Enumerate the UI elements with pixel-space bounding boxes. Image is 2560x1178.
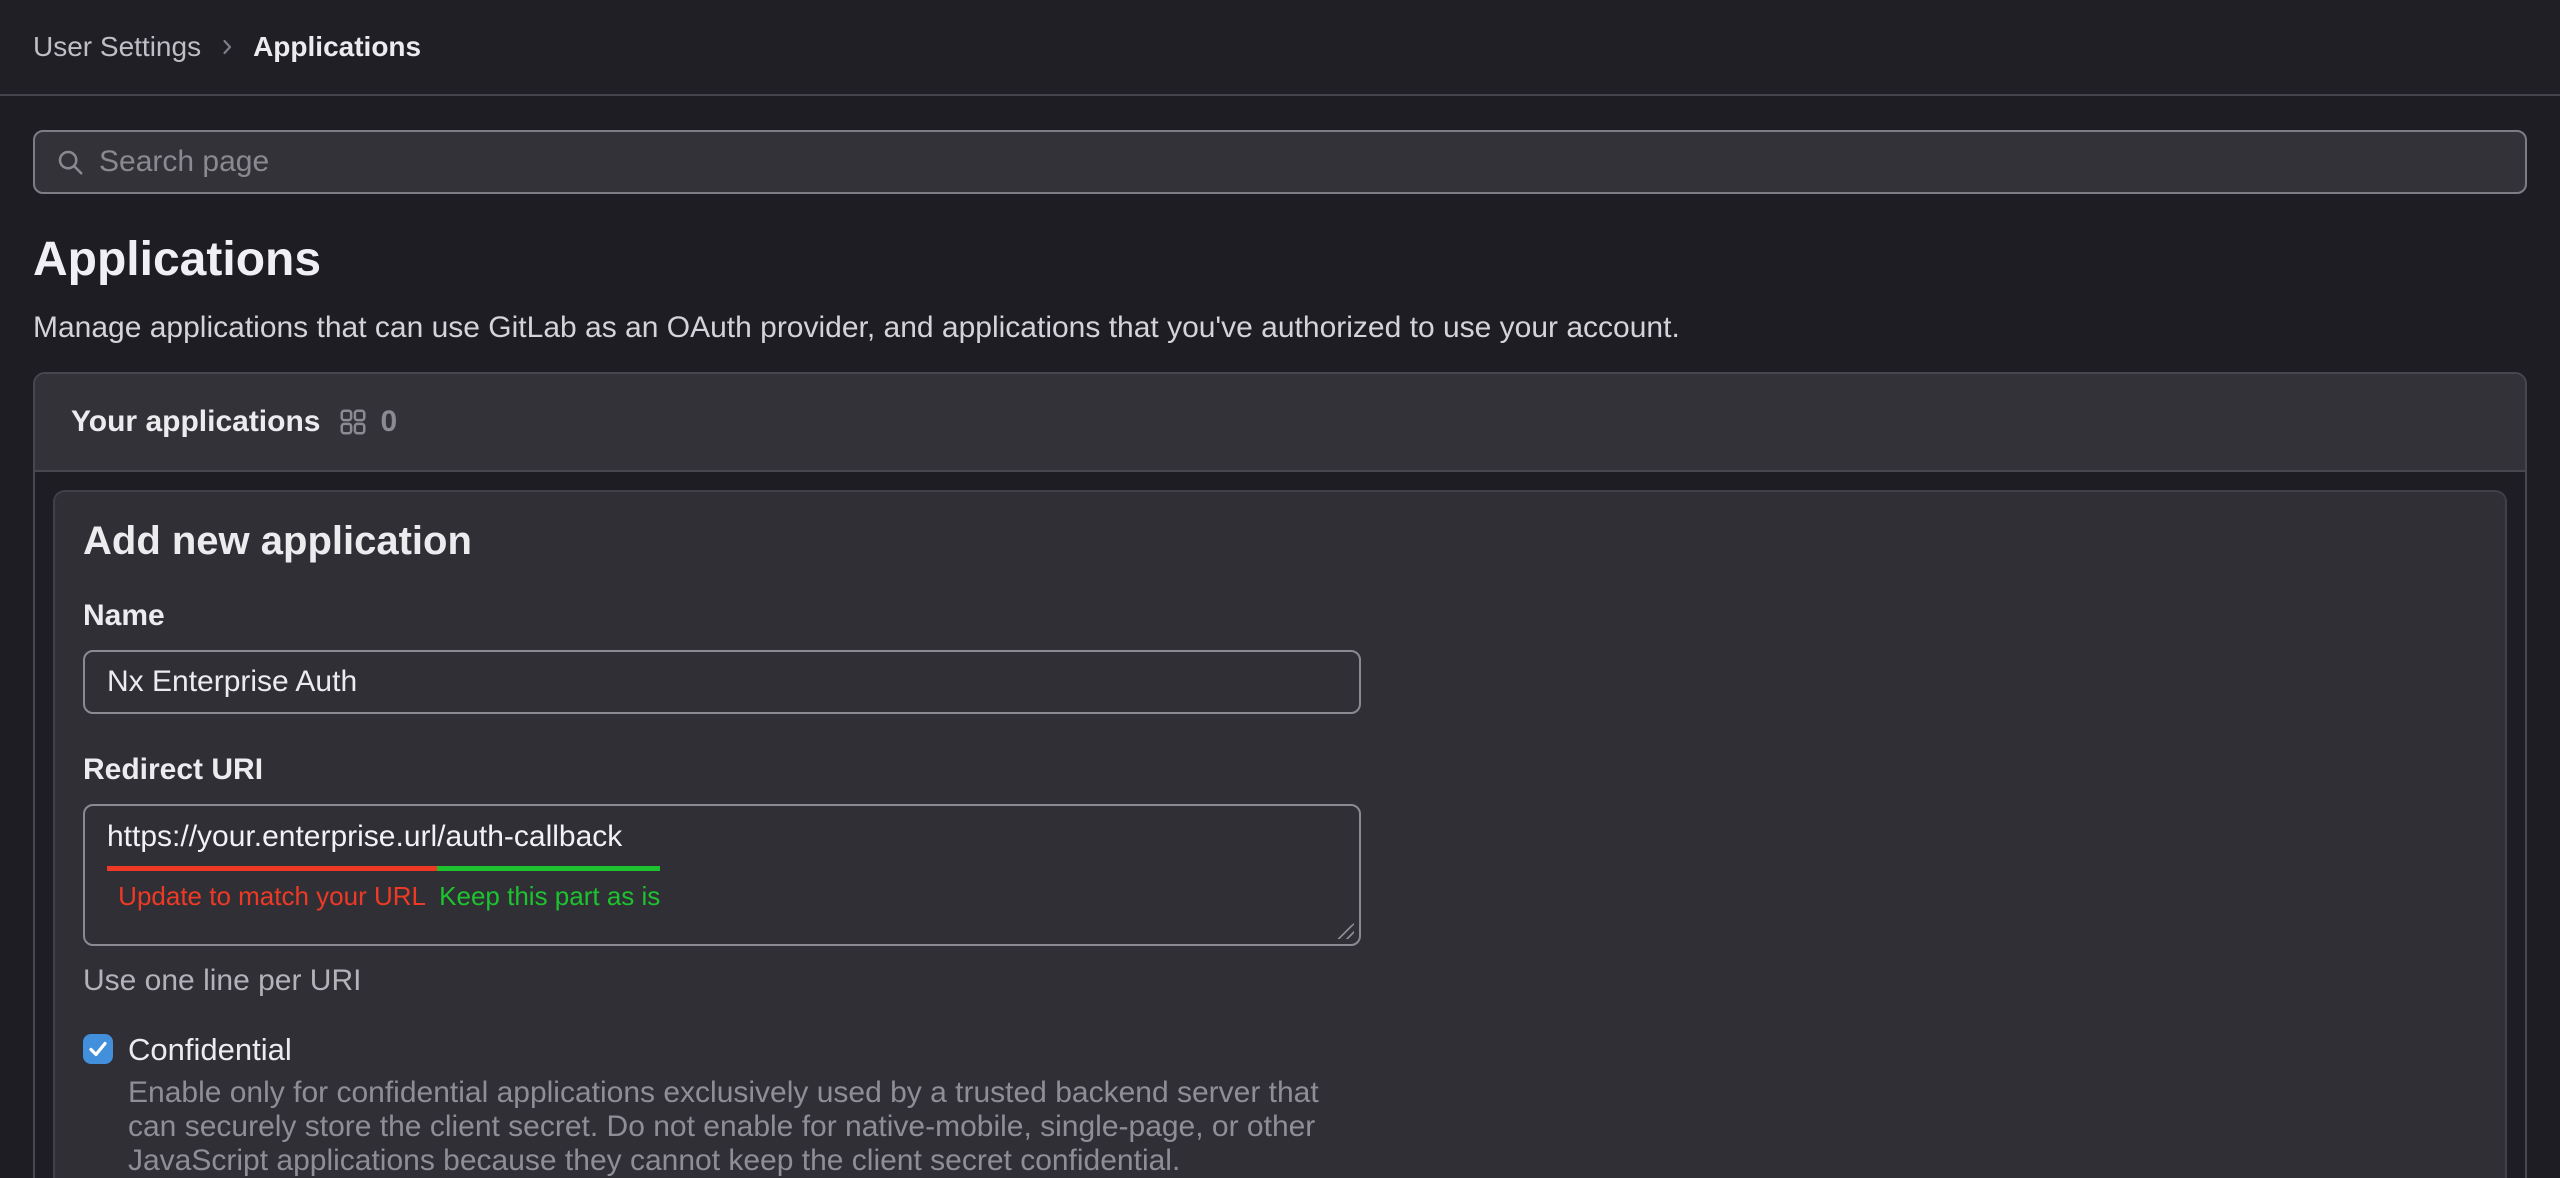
redirect-uri-label: Redirect URI (83, 752, 2477, 788)
page-title: Applications (33, 232, 2527, 288)
uri-part-to-keep: /auth-callback (437, 820, 660, 871)
panel-body: Add new application Name Redirect URI ht… (35, 472, 2525, 1178)
your-applications-panel: Your applications 0 Add new application … (33, 372, 2527, 1178)
confidential-help-line: Enable only for confidential application… (128, 1076, 2477, 1110)
redirect-uri-annotated-value: https://your.enterprise.url /auth-callba… (107, 820, 660, 911)
top-bar: User Settings Applications (0, 0, 2560, 96)
applications-count-badge: 0 (380, 405, 397, 439)
page-content: Applications Manage applications that ca… (0, 96, 2560, 1178)
name-label: Name (83, 598, 2477, 634)
confidential-help-line: can securely store the client secret. Do… (128, 1110, 2477, 1144)
your-applications-header: Your applications 0 (35, 374, 2525, 472)
redirect-uri-helper: Use one line per URI (83, 964, 2477, 998)
search-input[interactable] (99, 145, 2505, 179)
annotation-keep-part: Keep this part as is (437, 881, 660, 911)
textarea-resize-handle[interactable] (1334, 923, 1354, 939)
add-new-application-title: Add new application (83, 518, 2477, 564)
search-box[interactable] (33, 130, 2527, 194)
confidential-row: Confidential (83, 1032, 2477, 1068)
uri-part-to-update: https://your.enterprise.url (107, 820, 437, 871)
confidential-help-text: Enable only for confidential application… (128, 1076, 2477, 1178)
search-icon (55, 147, 85, 177)
breadcrumb: User Settings Applications (33, 31, 421, 63)
add-new-application-card: Add new application Name Redirect URI ht… (53, 490, 2507, 1178)
checkmark-icon (86, 1037, 110, 1061)
annotation-update-url: Update to match your URL (107, 881, 437, 911)
breadcrumb-applications: Applications (253, 31, 421, 63)
name-input[interactable] (83, 650, 1361, 714)
chevron-right-icon (215, 35, 239, 59)
page-description: Manage applications that can use GitLab … (33, 310, 2527, 346)
redirect-uri-textarea[interactable]: https://your.enterprise.url /auth-callba… (83, 804, 1361, 946)
confidential-help-line: JavaScript applications because they can… (128, 1144, 2477, 1178)
your-applications-title: Your applications (71, 405, 320, 439)
applications-grid-icon (338, 407, 368, 437)
confidential-label[interactable]: Confidential (128, 1032, 292, 1068)
confidential-checkbox[interactable] (83, 1034, 113, 1064)
breadcrumb-user-settings[interactable]: User Settings (33, 31, 201, 63)
